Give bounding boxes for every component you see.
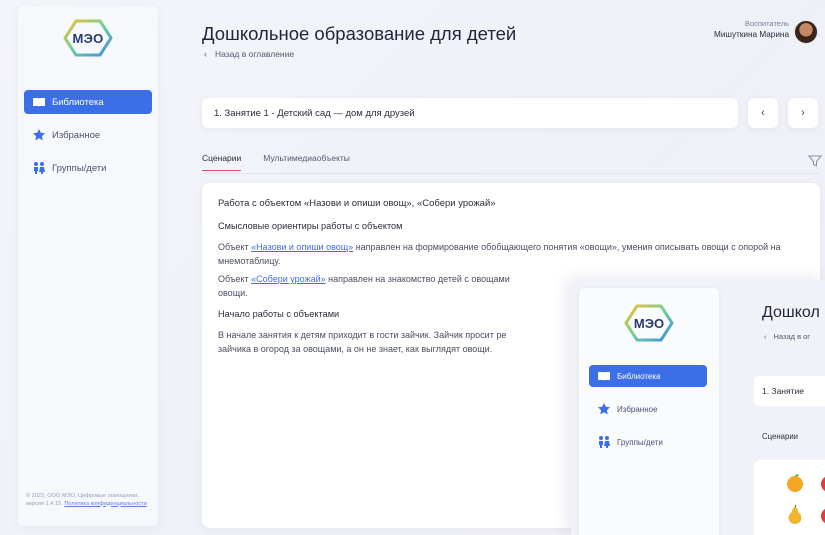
page-title: Дошкольное образование для детей (202, 23, 517, 44)
overlay-page-title: Дошкол (762, 304, 820, 321)
apple-icon (821, 509, 825, 523)
tabs-divider (202, 173, 820, 174)
back-label: Назад в ог (773, 332, 811, 341)
sidebar-item-label: Избранное (617, 404, 658, 414)
pear-icon (788, 504, 802, 524)
sidebar-item-favorites[interactable]: Избранное (589, 398, 707, 420)
text: В начале занятия к детям приходит в гост… (218, 330, 507, 340)
sidebar-item-label: Библиотека (52, 96, 104, 108)
star-icon (597, 402, 611, 416)
sidebar-footer: © 2022, ООО МЭО, Цифровые помощники, вер… (26, 493, 152, 508)
user-role: Воспитатель (744, 19, 789, 28)
overlay-back-link[interactable]: ‹ Назад в ог (764, 332, 810, 341)
sidebar-item-groups[interactable]: Группы/дети (589, 431, 707, 453)
children-icon (32, 161, 46, 175)
avatar[interactable] (794, 20, 818, 44)
text: Объект (218, 274, 252, 284)
overlay-lesson-select[interactable]: 1. Занятие (754, 376, 825, 406)
back-to-contents-link[interactable]: ‹ Назад в оглавление (204, 49, 294, 59)
chevron-right-icon: › (801, 107, 805, 119)
sidebar-item-groups[interactable]: Группы/дети (24, 156, 152, 180)
content-tabs: Сценарии Мультимедиаобъекты (202, 153, 372, 171)
overlay-sidebar: МЭО Библиотека Избранное Группы/дети (579, 288, 719, 535)
overlay-nav: Библиотека Избранное Группы/дети (589, 365, 707, 464)
sidebar-nav: Библиотека Избранное Группы/дети (24, 90, 152, 189)
section-title: Смысловые ориентиры работы с объектом (218, 221, 403, 231)
privacy-policy-link[interactable]: Политика конфиденциальности (64, 501, 147, 507)
overlay-tab-scenarios[interactable]: Сценарии (762, 432, 798, 441)
book-icon (597, 369, 611, 383)
back-label: Назад в оглавление (215, 49, 295, 59)
text: овощи. (218, 288, 248, 298)
sidebar-item-label: Группы/дети (617, 437, 663, 447)
logo[interactable]: МЭО (63, 18, 113, 58)
logo-text: МЭО (72, 30, 104, 46)
object-link-harvest[interactable]: «Собери урожай» (251, 274, 325, 284)
tab-multimedia[interactable]: Мультимедиаобъекты (263, 153, 350, 171)
book-icon (32, 95, 46, 109)
chevron-left-icon: ‹ (764, 332, 767, 341)
sidebar-item-label: Группы/дети (52, 162, 107, 174)
children-icon (597, 435, 611, 449)
tab-scenarios[interactable]: Сценарии (202, 153, 242, 171)
overlay-logo[interactable]: МЭО (624, 303, 674, 343)
paragraph: Объект «Назови и опиши овощ» направлен н… (218, 240, 804, 268)
overlay-content-card (754, 460, 825, 535)
prev-lesson-button[interactable]: ‹ (748, 98, 778, 128)
sidebar-item-label: Библиотека (617, 371, 661, 381)
next-lesson-button[interactable]: › (788, 98, 818, 128)
apple-icon (821, 477, 825, 491)
filter-icon[interactable] (808, 154, 822, 168)
sidebar-item-label: Избранное (52, 129, 101, 141)
text: Объект (218, 242, 252, 252)
sidebar: МЭО Библиотека Избранное Группы/дети © 2… (18, 6, 158, 526)
sidebar-item-library[interactable]: Библиотека (24, 90, 152, 114)
sidebar-item-library[interactable]: Библиотека (589, 365, 707, 387)
lesson-select[interactable]: 1. Занятие 1 - Детский сад — дом для дру… (202, 98, 738, 128)
logo-text: МЭО (633, 315, 665, 331)
text: направлен на знакомство детей с овощами (325, 274, 510, 284)
orange-icon (787, 474, 803, 492)
overlay-window: МЭО Библиотека Избранное Группы/дети Дош… (571, 280, 825, 535)
text: зайчика в огород за овощами, а он не зна… (218, 344, 493, 354)
sidebar-item-favorites[interactable]: Избранное (24, 123, 152, 147)
user-name[interactable]: Мишуткина Марина (714, 30, 789, 39)
star-icon (32, 128, 46, 142)
chevron-left-icon: ‹ (761, 107, 765, 119)
object-link-name-vegetable[interactable]: «Назови и опиши овощ» (251, 242, 353, 252)
content-heading: Работа с объектом «Назови и опиши овощ»,… (218, 198, 496, 209)
chevron-left-icon: ‹ (204, 49, 207, 59)
